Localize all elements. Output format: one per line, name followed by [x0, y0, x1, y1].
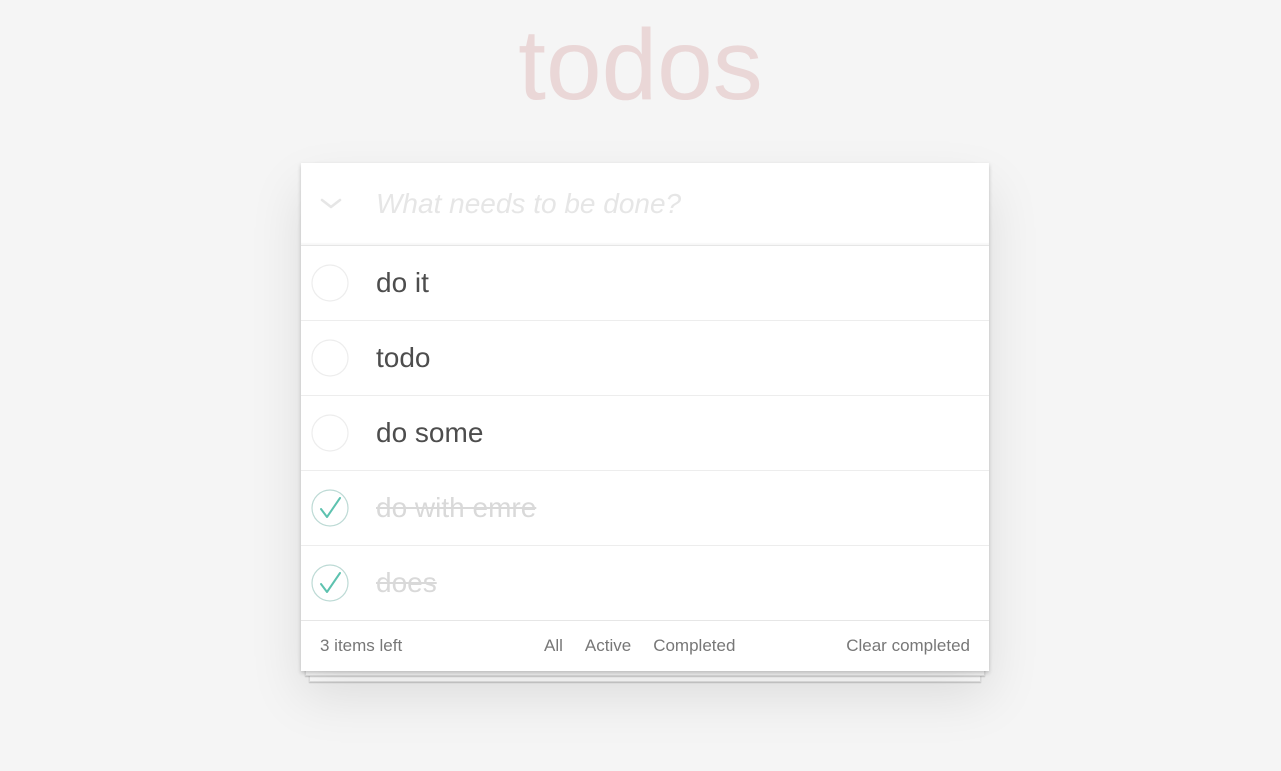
items-left-count: 3 items left — [320, 636, 403, 655]
todo-checkbox[interactable] — [311, 264, 349, 302]
checkmark-icon — [320, 572, 341, 593]
todo-label[interactable]: do with emre — [376, 471, 536, 545]
filter-bar: All Active Completed — [533, 621, 746, 671]
todo-checkbox-checked[interactable] — [311, 564, 349, 602]
todo-item-completed: do with emre — [301, 471, 989, 546]
todo-item: todo — [301, 321, 989, 396]
todo-footer: 3 items left All Active Completed Clear … — [301, 621, 989, 671]
todo-checkbox-checked[interactable] — [311, 489, 349, 527]
filter-active[interactable]: Active — [577, 632, 639, 660]
filter-all[interactable]: All — [536, 632, 571, 660]
new-todo-input[interactable] — [361, 163, 971, 245]
todo-checkbox[interactable] — [311, 414, 349, 452]
clear-completed-button[interactable]: Clear completed — [846, 621, 970, 671]
chevron-down-icon — [320, 198, 342, 209]
todo-checkbox[interactable] — [311, 339, 349, 377]
todo-item: do some — [301, 396, 989, 471]
todo-label[interactable]: todo — [376, 321, 431, 395]
toggle-all-button[interactable] — [313, 183, 349, 225]
todo-list: do it todo do some do with emre does — [301, 246, 989, 621]
app-title: todos — [518, 9, 763, 121]
filter-completed[interactable]: Completed — [645, 632, 743, 660]
todo-app-panel: do it todo do some do with emre — [301, 163, 989, 671]
todo-item: do it — [301, 246, 989, 321]
todo-label[interactable]: do some — [376, 396, 483, 470]
checkmark-icon — [320, 497, 341, 518]
todo-item-completed: does — [301, 546, 989, 621]
todo-label[interactable]: do it — [376, 246, 429, 320]
new-todo-header — [301, 163, 989, 246]
todo-label[interactable]: does — [376, 546, 437, 620]
